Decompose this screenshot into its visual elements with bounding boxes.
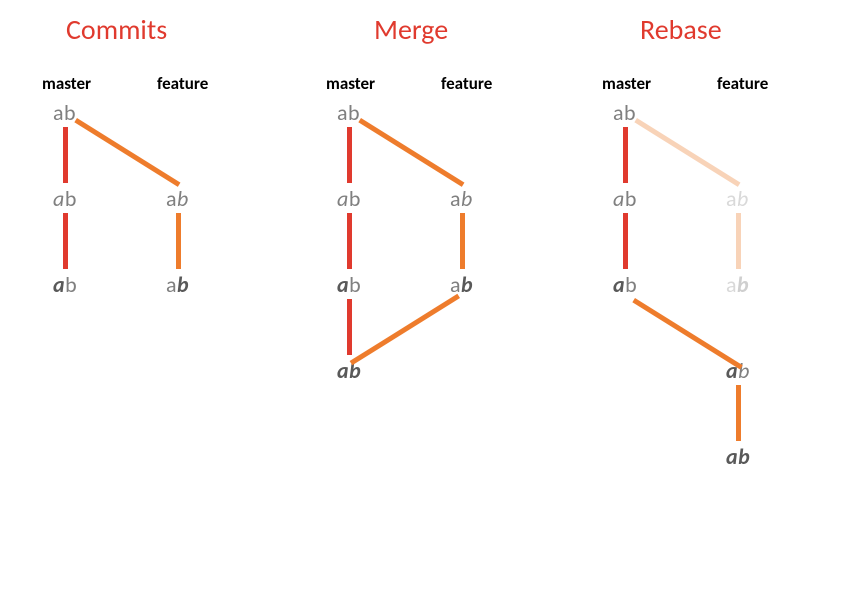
rebase-line-old-feature xyxy=(736,213,741,269)
merge-feature-label: feature xyxy=(441,73,492,94)
merge-line-branchoff xyxy=(358,118,464,187)
merge-master-3: ab xyxy=(337,271,361,298)
merge-master-1: ab xyxy=(337,99,360,126)
commits-line-feature-1 xyxy=(176,213,181,269)
title-rebase: Rebase xyxy=(640,12,722,47)
commit-master-1: ab xyxy=(53,99,76,126)
merge-line-master-3 xyxy=(347,299,352,355)
commit-master-2: ab xyxy=(53,185,77,212)
diagram-stage: Commits Merge Rebase master feature ab a… xyxy=(0,0,855,606)
merge-line-mergeback xyxy=(350,294,460,366)
commit-feature-2: ab xyxy=(166,271,189,298)
rebase-feature-new-2: ab xyxy=(726,443,750,470)
rebase-master-label: master xyxy=(602,73,651,94)
rebase-feature-label: feature xyxy=(717,73,768,94)
merge-line-master-2 xyxy=(347,213,352,269)
rebase-master-3: ab xyxy=(613,271,637,298)
rebase-master-1: ab xyxy=(613,99,636,126)
rebase-feature-old-1: ab xyxy=(726,185,749,212)
merge-feature-2: ab xyxy=(450,271,473,298)
rebase-line-master-2 xyxy=(623,213,628,269)
merge-line-feature-1 xyxy=(460,213,465,269)
merge-master-label: master xyxy=(326,73,375,94)
commits-feature-label: feature xyxy=(157,73,208,94)
merge-line-master-1 xyxy=(347,127,352,183)
merge-master-2: ab xyxy=(337,185,361,212)
commits-line-branchoff xyxy=(74,118,180,187)
commit-feature-1: ab xyxy=(166,185,189,212)
commits-master-label: master xyxy=(42,73,91,94)
merge-feature-1: ab xyxy=(450,185,473,212)
rebase-master-2: ab xyxy=(613,185,637,212)
title-commits: Commits xyxy=(66,12,167,47)
commits-line-master-2 xyxy=(63,213,68,269)
commits-line-master-1 xyxy=(63,127,68,183)
rebase-feature-old-2: ab xyxy=(726,271,749,298)
title-merge: Merge xyxy=(374,12,448,47)
rebase-line-new-feature xyxy=(736,385,741,441)
rebase-line-new-branchoff xyxy=(632,298,742,370)
rebase-line-old-branchoff xyxy=(634,118,740,187)
rebase-line-master-1 xyxy=(623,127,628,183)
commit-master-3: ab xyxy=(53,271,77,298)
